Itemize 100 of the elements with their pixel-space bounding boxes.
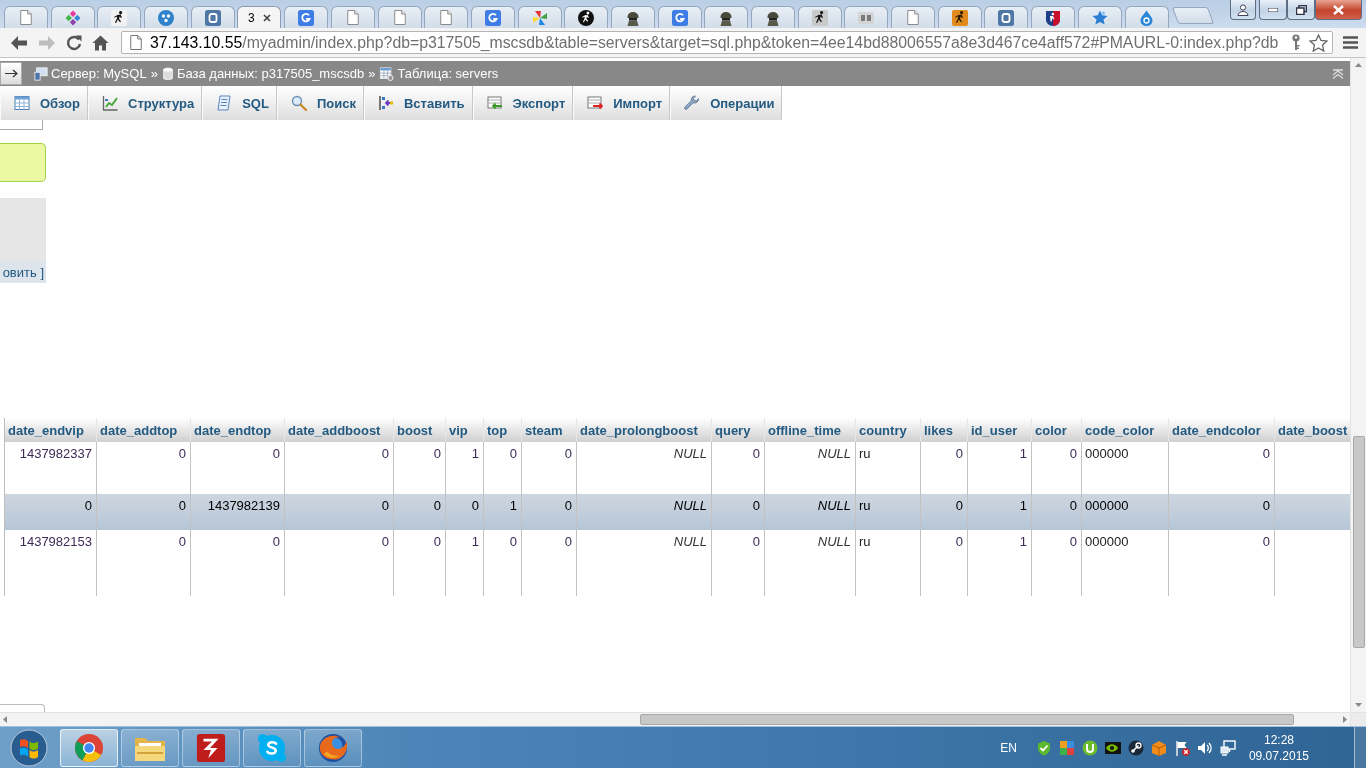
wrench-icon bbox=[684, 95, 701, 111]
browser-tab[interactable] bbox=[751, 6, 795, 28]
show-desktop-button[interactable] bbox=[1354, 727, 1366, 768]
up-arrow-icon bbox=[1355, 63, 1362, 67]
column-header[interactable]: date_endcolor bbox=[1168, 418, 1275, 442]
table-cell: 0 bbox=[284, 530, 394, 596]
nav-tab[interactable]: Поиск bbox=[276, 86, 364, 120]
insert-rows-icon bbox=[377, 95, 394, 111]
profile-button[interactable] bbox=[1230, 0, 1256, 20]
column-header[interactable]: offline_time bbox=[764, 418, 856, 442]
arrow-button[interactable] bbox=[0, 62, 22, 85]
breadcrumb-link[interactable]: Таблица: servers bbox=[397, 66, 499, 81]
taskbar-app-button[interactable] bbox=[182, 728, 240, 767]
table-cell: 1 bbox=[967, 530, 1032, 596]
browser-tab[interactable] bbox=[564, 6, 609, 28]
nav-tab[interactable]: Операции bbox=[670, 86, 783, 120]
striped-tile-icon bbox=[858, 9, 875, 26]
breadcrumb-separator: » bbox=[368, 66, 376, 81]
browser-tab[interactable] bbox=[1031, 6, 1076, 28]
torrent-icon bbox=[1081, 739, 1098, 756]
breadcrumb-separator: » bbox=[150, 66, 158, 81]
browser-tab[interactable] bbox=[797, 6, 842, 28]
orb-icon bbox=[10, 728, 48, 767]
column-header[interactable]: likes bbox=[920, 418, 968, 442]
column-header[interactable]: date_boost bbox=[1274, 418, 1350, 442]
column-header[interactable]: steam bbox=[521, 418, 577, 442]
column-header[interactable]: date_addboost bbox=[284, 418, 394, 442]
browser-tab[interactable]: 3 bbox=[237, 6, 282, 28]
column-header[interactable]: code_color bbox=[1081, 418, 1169, 442]
nav-tab[interactable]: Вставить bbox=[363, 86, 473, 120]
shield-logo-icon bbox=[1045, 9, 1062, 26]
back-icon[interactable] bbox=[10, 34, 28, 51]
table-cell: ru bbox=[855, 530, 921, 596]
horizontal-scrollbar[interactable] bbox=[0, 712, 1350, 726]
clock[interactable]: 12:28 09.07.2015 bbox=[1248, 731, 1309, 764]
tile-icon bbox=[204, 9, 221, 26]
drop-icon bbox=[1140, 9, 1153, 26]
search-icon bbox=[290, 95, 307, 111]
table-cell: 0 bbox=[521, 530, 577, 596]
breadcrumb-link[interactable]: База данных: p317505_mscsdb bbox=[176, 66, 365, 81]
column-header[interactable]: boost bbox=[393, 418, 446, 442]
maximize-button[interactable] bbox=[1287, 0, 1315, 20]
double-chevron-up-icon[interactable] bbox=[1332, 68, 1344, 79]
helmet-head-icon bbox=[718, 9, 735, 26]
table-row[interactable]: 1437982337 0 0 0 0 1 0 0 NULL 0 NULL ru 0 1 0 000000 0 bbox=[4, 442, 1350, 494]
column-header[interactable]: vip bbox=[445, 418, 484, 442]
browser-tab[interactable] bbox=[937, 6, 982, 28]
table-cell: NULL bbox=[764, 530, 856, 596]
nav-tab[interactable]: Обзор bbox=[0, 86, 88, 120]
home-icon[interactable] bbox=[92, 34, 109, 51]
nav-tab[interactable]: Экспорт bbox=[472, 86, 574, 120]
taskbar-app-button[interactable] bbox=[60, 728, 118, 767]
export-table-icon bbox=[486, 95, 503, 111]
column-header[interactable]: id_user bbox=[967, 418, 1032, 442]
minimize-button[interactable] bbox=[1259, 0, 1287, 20]
taskbar-app-button[interactable] bbox=[304, 728, 362, 767]
new-tab-button[interactable] bbox=[1172, 7, 1215, 24]
breadcrumb-link[interactable]: Сервер: MySQL bbox=[51, 66, 147, 81]
table-row[interactable]: 1437982153 0 0 0 0 1 0 0 NULL 0 NULL ru 0 1 0 000000 0 bbox=[4, 530, 1350, 596]
column-header[interactable]: date_addtop bbox=[96, 418, 191, 442]
vertical-scrollbar[interactable] bbox=[1350, 58, 1366, 712]
close-button[interactable] bbox=[1315, 0, 1362, 20]
browser-tab[interactable] bbox=[704, 6, 749, 28]
table-cell: 0 bbox=[920, 530, 968, 596]
key-icon[interactable] bbox=[1291, 34, 1301, 51]
tile-icon bbox=[298, 9, 315, 26]
nav-tab[interactable]: Структура bbox=[88, 86, 203, 120]
table-grid-icon bbox=[14, 95, 30, 111]
taskbar-app-button[interactable] bbox=[121, 728, 179, 767]
column-header[interactable]: query bbox=[711, 418, 765, 442]
table-cell: 000000 bbox=[1081, 530, 1169, 596]
pinwheel-icon bbox=[531, 9, 548, 26]
table-cell: NULL bbox=[576, 530, 712, 596]
column-header[interactable]: date_endvip bbox=[4, 418, 97, 442]
column-header[interactable]: date_endtop bbox=[190, 418, 285, 442]
table-gear-icon bbox=[379, 66, 395, 81]
menu-icon[interactable] bbox=[1343, 36, 1358, 49]
page-icon bbox=[346, 10, 359, 25]
browser-tab[interactable] bbox=[97, 6, 142, 28]
column-header[interactable]: country bbox=[855, 418, 921, 442]
close-icon[interactable] bbox=[262, 13, 271, 22]
table-row[interactable]: 0 0 1437982139 0 0 0 1 0 NULL 0 NULL ru 0 1 0 000000 0 bbox=[4, 494, 1350, 530]
column-header[interactable]: date_prolongboost bbox=[576, 418, 712, 442]
puzzle-icon bbox=[1058, 739, 1075, 756]
scrollbar-thumb[interactable] bbox=[640, 714, 1294, 725]
browser-tab[interactable] bbox=[610, 6, 655, 28]
star-icon[interactable] bbox=[1309, 33, 1328, 52]
reload-icon[interactable] bbox=[66, 34, 82, 51]
address-field[interactable]: 37.143.10.55/myadmin/index.php?db=p317505_mscsdb&table=servers&target=sql.php&token=4ee14bd88006557a8e3d467ce4aff572#PMAURL-0:index.php?db bbox=[121, 31, 1333, 54]
right-arrow-icon bbox=[4, 69, 18, 78]
table-cell: 1437982153 bbox=[4, 530, 97, 596]
close-icon bbox=[1333, 4, 1344, 15]
language-indicator[interactable]: EN bbox=[1000, 740, 1017, 755]
column-header[interactable]: top bbox=[483, 418, 522, 442]
taskbar-app-button[interactable] bbox=[243, 728, 301, 767]
column-header[interactable]: color bbox=[1031, 418, 1082, 442]
nav-tab[interactable]: Импорт bbox=[573, 86, 671, 120]
restore-icon bbox=[1295, 4, 1307, 15]
scrollbar-thumb[interactable] bbox=[1352, 436, 1365, 648]
nav-tab[interactable]: SQL bbox=[202, 86, 277, 120]
